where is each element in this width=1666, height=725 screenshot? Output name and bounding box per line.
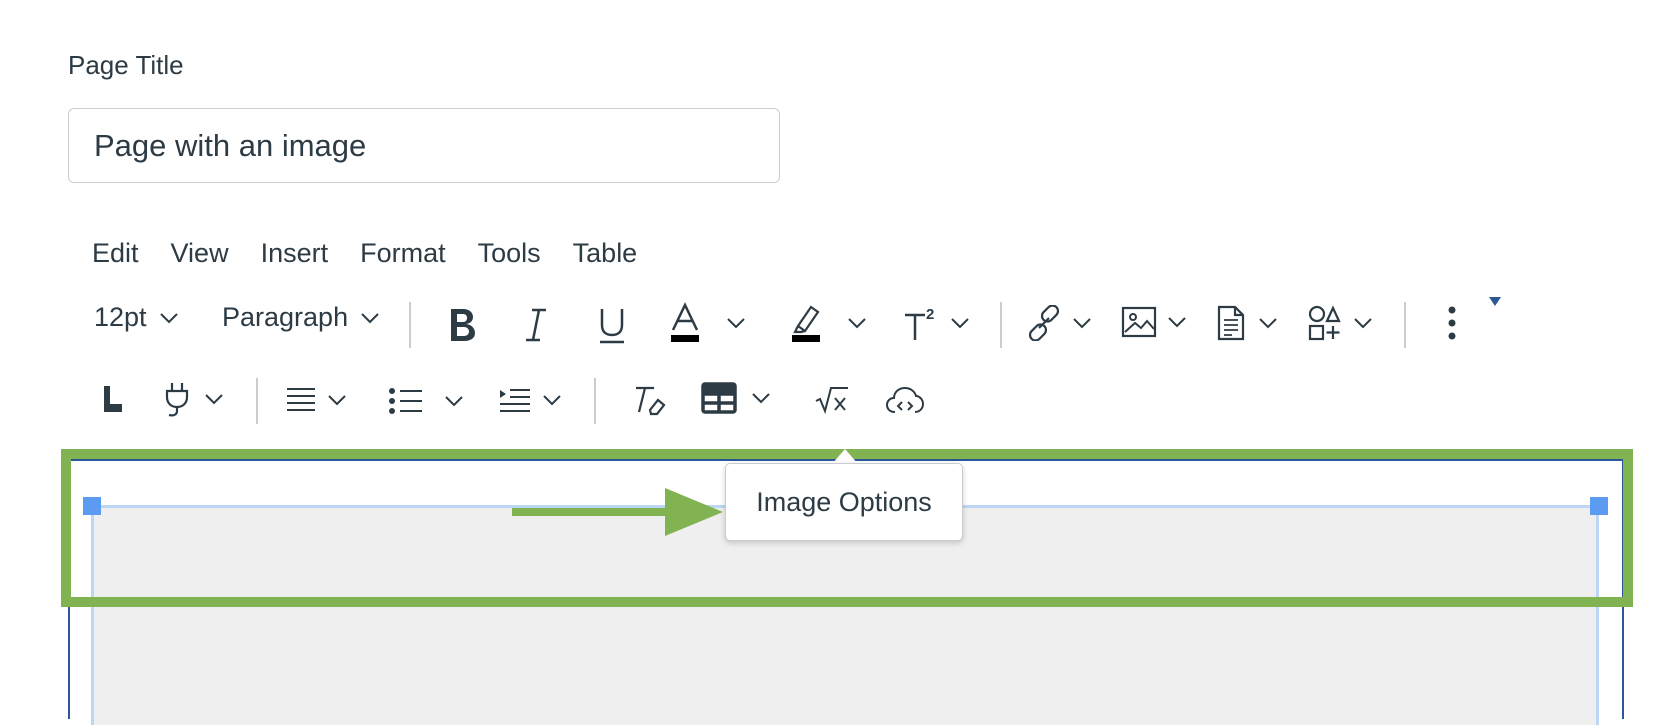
tooltip-caret xyxy=(832,449,858,464)
chevron-down-icon xyxy=(205,394,223,405)
chevron-down-icon xyxy=(752,393,770,404)
align-left-icon xyxy=(287,388,315,411)
block-format-dropdown[interactable]: Paragraph xyxy=(222,302,380,333)
image-icon xyxy=(1121,306,1157,338)
chevron-down-icon xyxy=(328,395,346,406)
chevron-down-icon xyxy=(543,395,561,406)
square-root-icon xyxy=(815,387,848,415)
chevron-down-icon xyxy=(1259,318,1277,329)
more-indicator-caret xyxy=(1489,297,1501,306)
bold-icon xyxy=(451,309,475,341)
toolbar-divider xyxy=(1000,302,1002,348)
svg-text:2: 2 xyxy=(926,306,934,323)
toolbar-divider xyxy=(594,378,596,424)
highlighter-icon xyxy=(792,305,820,342)
embed-shapes-button[interactable] xyxy=(1307,304,1373,342)
table-button[interactable] xyxy=(701,382,771,414)
clear-formatting-button[interactable] xyxy=(632,384,666,416)
indent-icon xyxy=(500,389,530,412)
document-icon xyxy=(1217,305,1245,341)
toolbar-divider xyxy=(409,302,411,348)
chevron-down-icon xyxy=(159,312,178,323)
chevron-down-icon xyxy=(1354,318,1372,329)
menu-insert[interactable]: Insert xyxy=(261,238,329,269)
document-button[interactable] xyxy=(1216,304,1278,342)
page-title-input[interactable] xyxy=(68,108,780,183)
italic-button[interactable] xyxy=(522,305,550,345)
italic-icon xyxy=(526,308,546,342)
menu-edit[interactable]: Edit xyxy=(92,238,139,269)
page-title-label: Page Title xyxy=(68,50,184,80)
highlight-color-button[interactable] xyxy=(789,302,867,344)
menu-format[interactable]: Format xyxy=(360,238,446,269)
text-color-icon xyxy=(671,302,699,342)
table-icon xyxy=(701,382,737,414)
menu-tools[interactable]: Tools xyxy=(478,238,541,269)
block-format-value: Paragraph xyxy=(222,302,349,332)
chevron-down-icon xyxy=(1168,317,1186,328)
chevron-down-icon xyxy=(951,318,969,329)
link-icon xyxy=(1028,305,1060,341)
font-size-dropdown[interactable]: 12pt xyxy=(94,302,179,333)
cloud-code-icon xyxy=(885,386,925,413)
link-button[interactable] xyxy=(1026,305,1092,341)
resize-handle-top-right[interactable] xyxy=(1590,497,1608,515)
arrow-annotation-icon xyxy=(512,488,723,536)
chevron-down-icon xyxy=(727,318,745,329)
toolbar-divider xyxy=(1404,302,1406,348)
lti-apps-button[interactable] xyxy=(100,384,124,414)
indent-button[interactable] xyxy=(498,386,562,414)
image-options-tooltip[interactable]: Image Options xyxy=(725,463,963,541)
apps-plugin-button[interactable] xyxy=(160,380,224,418)
underline-icon xyxy=(600,309,624,344)
bullet-list-icon xyxy=(389,388,422,414)
cloud-embed-button[interactable] xyxy=(885,384,925,416)
align-button[interactable] xyxy=(285,386,347,414)
shapes-icon xyxy=(1308,305,1341,341)
clear-formatting-icon xyxy=(636,386,666,416)
superscript-icon: 2 xyxy=(905,306,934,340)
plug-icon xyxy=(165,383,189,417)
chevron-down-icon xyxy=(1073,318,1091,329)
text-color-button[interactable] xyxy=(668,302,746,344)
more-options-button[interactable] xyxy=(1447,306,1457,340)
toolbar-divider xyxy=(256,378,258,424)
tooltip-text: Image Options xyxy=(756,486,932,517)
image-button[interactable] xyxy=(1121,305,1187,339)
equation-button[interactable] xyxy=(814,385,850,415)
editor-menubar: Edit View Insert Format Tools Table xyxy=(92,238,637,269)
bold-button[interactable] xyxy=(446,305,478,345)
chevron-down-icon xyxy=(848,318,866,329)
lti-logo-icon xyxy=(104,386,122,412)
underline-button[interactable] xyxy=(596,305,628,345)
font-size-value: 12pt xyxy=(94,302,147,332)
menu-table[interactable]: Table xyxy=(573,238,638,269)
superscript-button[interactable]: 2 xyxy=(902,303,970,343)
list-button[interactable] xyxy=(388,387,464,415)
resize-handle-top-left[interactable] xyxy=(83,497,101,515)
more-vertical-icon xyxy=(1448,306,1456,340)
menu-view[interactable]: View xyxy=(171,238,229,269)
chevron-down-icon xyxy=(445,396,463,407)
chevron-down-icon xyxy=(361,312,379,323)
